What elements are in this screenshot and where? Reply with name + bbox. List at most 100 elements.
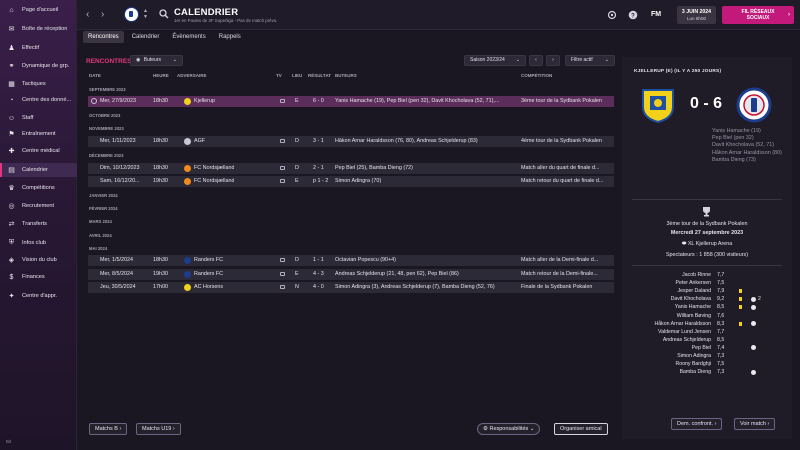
player-rating-row[interactable]: Davit Khocholava 9,2 2: [622, 296, 792, 303]
player-name[interactable]: Simon Adingra: [677, 353, 711, 359]
table-row[interactable]: Dim, 10/12/2023 18h30 FC Nordsjælland D 2 - …: [88, 163, 614, 174]
player-rating-row[interactable]: Jacob Rinne 7,7: [622, 272, 792, 279]
sidebar-item-0[interactable]: ⌂ Page d'accueil: [0, 3, 77, 17]
matches-u19-button[interactable]: Matchs U19 ›: [136, 423, 181, 435]
opponent-crest-icon[interactable]: [184, 284, 191, 291]
sidebar-item-14[interactable]: ◈ Vision du club: [0, 253, 77, 267]
match-competition[interactable]: Match aller de la Demi-finale d...: [521, 257, 613, 263]
sidebar-item-4[interactable]: ▦ Tactiques: [0, 77, 77, 91]
player-rating-row[interactable]: Simon Adingra 7,3: [622, 353, 792, 360]
col-venue[interactable]: LIEU: [292, 73, 302, 78]
next-season-button[interactable]: ›: [546, 55, 560, 66]
player-rating-row[interactable]: Valdemar Lund Jensen 7,7: [622, 329, 792, 336]
opponent-crest-icon[interactable]: [184, 271, 191, 278]
player-rating-row[interactable]: Yanis Hamache 8,5: [622, 304, 792, 311]
player-name[interactable]: Jacob Rinne: [682, 272, 711, 278]
opponent-crest-icon[interactable]: [184, 257, 191, 264]
player-rating-row[interactable]: Andreas Schjelderup 8,5: [622, 337, 792, 344]
table-row[interactable]: Jeu, 30/5/2024 17h00 AC Horsens N 4 - 0 Simon…: [88, 282, 614, 293]
sidebar-item-13[interactable]: ⛨ Infos club: [0, 236, 77, 250]
tab-calendrier[interactable]: Calendrier: [127, 31, 165, 43]
table-row[interactable]: Sam, 16/12/20... 19h30 FC Nordsjælland Ep 1…: [88, 176, 614, 187]
fm-menu-button[interactable]: FM: [651, 11, 661, 18]
player-name[interactable]: Yanis Hamache: [675, 304, 711, 310]
col-result[interactable]: RÉSULTAT: [308, 73, 331, 78]
opponent-crest-icon[interactable]: [184, 138, 191, 145]
table-row[interactable]: Mer, 27/9/2023 18h30 Kjellerup E 6 - 0 Yanis …: [88, 96, 614, 107]
player-rating-row[interactable]: Bamba Dieng 7,3: [622, 369, 792, 376]
sidebar-item-12[interactable]: ⇄ Transferts: [0, 217, 77, 231]
sidebar-item-8[interactable]: ✚ Centre médical: [0, 144, 77, 158]
opponent-crest-icon[interactable]: [184, 98, 191, 105]
continue-date-box[interactable]: 3 JUIN 2024 Lun 8h00: [677, 6, 716, 24]
match-competition[interactable]: Match retour de la Demi-finale...: [521, 271, 613, 277]
player-name[interactable]: Valdemar Lund Jensen: [658, 329, 711, 335]
tab-rencontres[interactable]: Rencontres: [83, 31, 124, 43]
season-dropdown[interactable]: Saison 2023/24 ⌄: [464, 55, 526, 66]
col-date[interactable]: DATE: [89, 73, 101, 78]
col-opponent[interactable]: ADVERSAIRE: [177, 73, 207, 78]
opponent-crest-icon[interactable]: [184, 178, 191, 185]
competition-name[interactable]: 3ème tour de la Sydbank Pokalen: [622, 221, 792, 227]
sidebar-item-11[interactable]: ◎ Recrutement: [0, 199, 77, 213]
player-rating-row[interactable]: William Bøving 7,6: [622, 313, 792, 320]
kjellerup-crest[interactable]: [640, 87, 676, 123]
club-switch-chevrons-icon[interactable]: ▲ ▼: [143, 8, 148, 20]
col-competition[interactable]: COMPÉTITION: [521, 73, 552, 78]
player-name[interactable]: Roony Bardghji: [676, 361, 711, 367]
back-arrow-icon[interactable]: ‹: [86, 10, 96, 20]
scorers-filter-dropdown[interactable]: ◉ Buteurs ⌄: [130, 55, 183, 66]
col-tv[interactable]: TV: [276, 73, 282, 78]
previous-season-button[interactable]: ‹: [529, 55, 543, 66]
player-name[interactable]: Pep Biel: [692, 345, 711, 351]
club-logo[interactable]: [124, 7, 139, 22]
social-feed-button[interactable]: FIL RÉSEAUX SOCIAUX ›: [722, 6, 794, 24]
col-scorers[interactable]: BUTEURS: [335, 73, 357, 78]
match-competition[interactable]: 3ème tour de la Sydbank Pokalen: [521, 98, 613, 104]
sidebar-item-7[interactable]: ⚑ Entraînement: [0, 127, 77, 141]
player-name[interactable]: Davit Khocholava: [671, 296, 711, 302]
organise-friendly-button[interactable]: Organiser amical: [554, 423, 608, 435]
table-row[interactable]: Mer, 8/5/2024 19h30 Randers FC E 4 - 3 Andrea…: [88, 269, 614, 280]
player-name[interactable]: Peter Ankersen: [676, 280, 711, 286]
sidebar-item-15[interactable]: $ Finances: [0, 270, 77, 284]
match-opponent[interactable]: FC Nordsjælland: [194, 165, 234, 171]
tab-evenements[interactable]: Évènements: [167, 31, 210, 43]
sidebar-item-1[interactable]: ✉ Boîte de réception: [0, 22, 77, 36]
match-competition[interactable]: Finale de la Sydbank Pokalen: [521, 284, 613, 290]
match-opponent[interactable]: FC Nordsjælland: [194, 178, 234, 184]
responsibilities-dropdown[interactable]: ⚙ Responsabilités ⌄: [477, 423, 541, 435]
active-filter-dropdown[interactable]: Filtre actif ⌄: [565, 55, 615, 66]
player-name[interactable]: Jesper Daland: [678, 288, 711, 294]
opponent-crest-icon[interactable]: [184, 165, 191, 172]
sidebar-item-5[interactable]: ◔ Centre des donné...: [0, 93, 77, 107]
match-opponent[interactable]: Randers FC: [194, 257, 223, 263]
player-rating-row[interactable]: Peter Ankersen 7,5: [622, 280, 792, 287]
match-competition[interactable]: Match retour du quart de finale d...: [521, 178, 613, 184]
matches-b-button[interactable]: Matchs B ›: [89, 423, 128, 435]
table-row[interactable]: Mer, 1/11/2023 18h30 AGF D 3 - 1 Håkon Arnar …: [88, 136, 614, 147]
sidebar-item-2[interactable]: ♟ Effectif: [0, 41, 77, 55]
forward-arrow-icon[interactable]: ›: [101, 10, 111, 20]
view-match-button[interactable]: Voir match ›: [734, 418, 776, 430]
player-rating-row[interactable]: Roony Bardghji 7,5: [622, 361, 792, 368]
sidebar-item-16[interactable]: ✦ Centre d'appr.: [0, 289, 77, 303]
fc-copenhagen-crest[interactable]: [736, 87, 772, 123]
player-rating-row[interactable]: Pep Biel 7,4: [622, 345, 792, 352]
sidebar-item-9[interactable]: ▤ Calendrier: [0, 163, 77, 177]
game-settings-icon[interactable]: [607, 10, 617, 20]
player-rating-row[interactable]: Jesper Daland 7,9: [622, 288, 792, 295]
sidebar-item-3[interactable]: ⚭ Dynamique de grp.: [0, 59, 77, 73]
player-rating-row[interactable]: Håkon Arnar Haraldsson 8,3: [622, 321, 792, 328]
col-time[interactable]: HEURE: [153, 73, 169, 78]
player-name[interactable]: William Bøving: [677, 313, 711, 319]
table-row[interactable]: Mer, 1/5/2024 18h30 Randers FC D 1 - 1 Octavi…: [88, 255, 614, 266]
player-name[interactable]: Andreas Schjelderup: [663, 337, 711, 343]
sidebar-item-10[interactable]: ♛ Compétitions: [0, 181, 77, 195]
match-opponent[interactable]: Randers FC: [194, 271, 223, 277]
match-opponent[interactable]: Kjellerup: [194, 98, 215, 104]
search-icon[interactable]: [159, 9, 169, 19]
tab-rappels[interactable]: Rappels: [214, 31, 246, 43]
match-opponent[interactable]: AC Horsens: [194, 284, 223, 290]
match-opponent[interactable]: AGF: [194, 138, 205, 144]
